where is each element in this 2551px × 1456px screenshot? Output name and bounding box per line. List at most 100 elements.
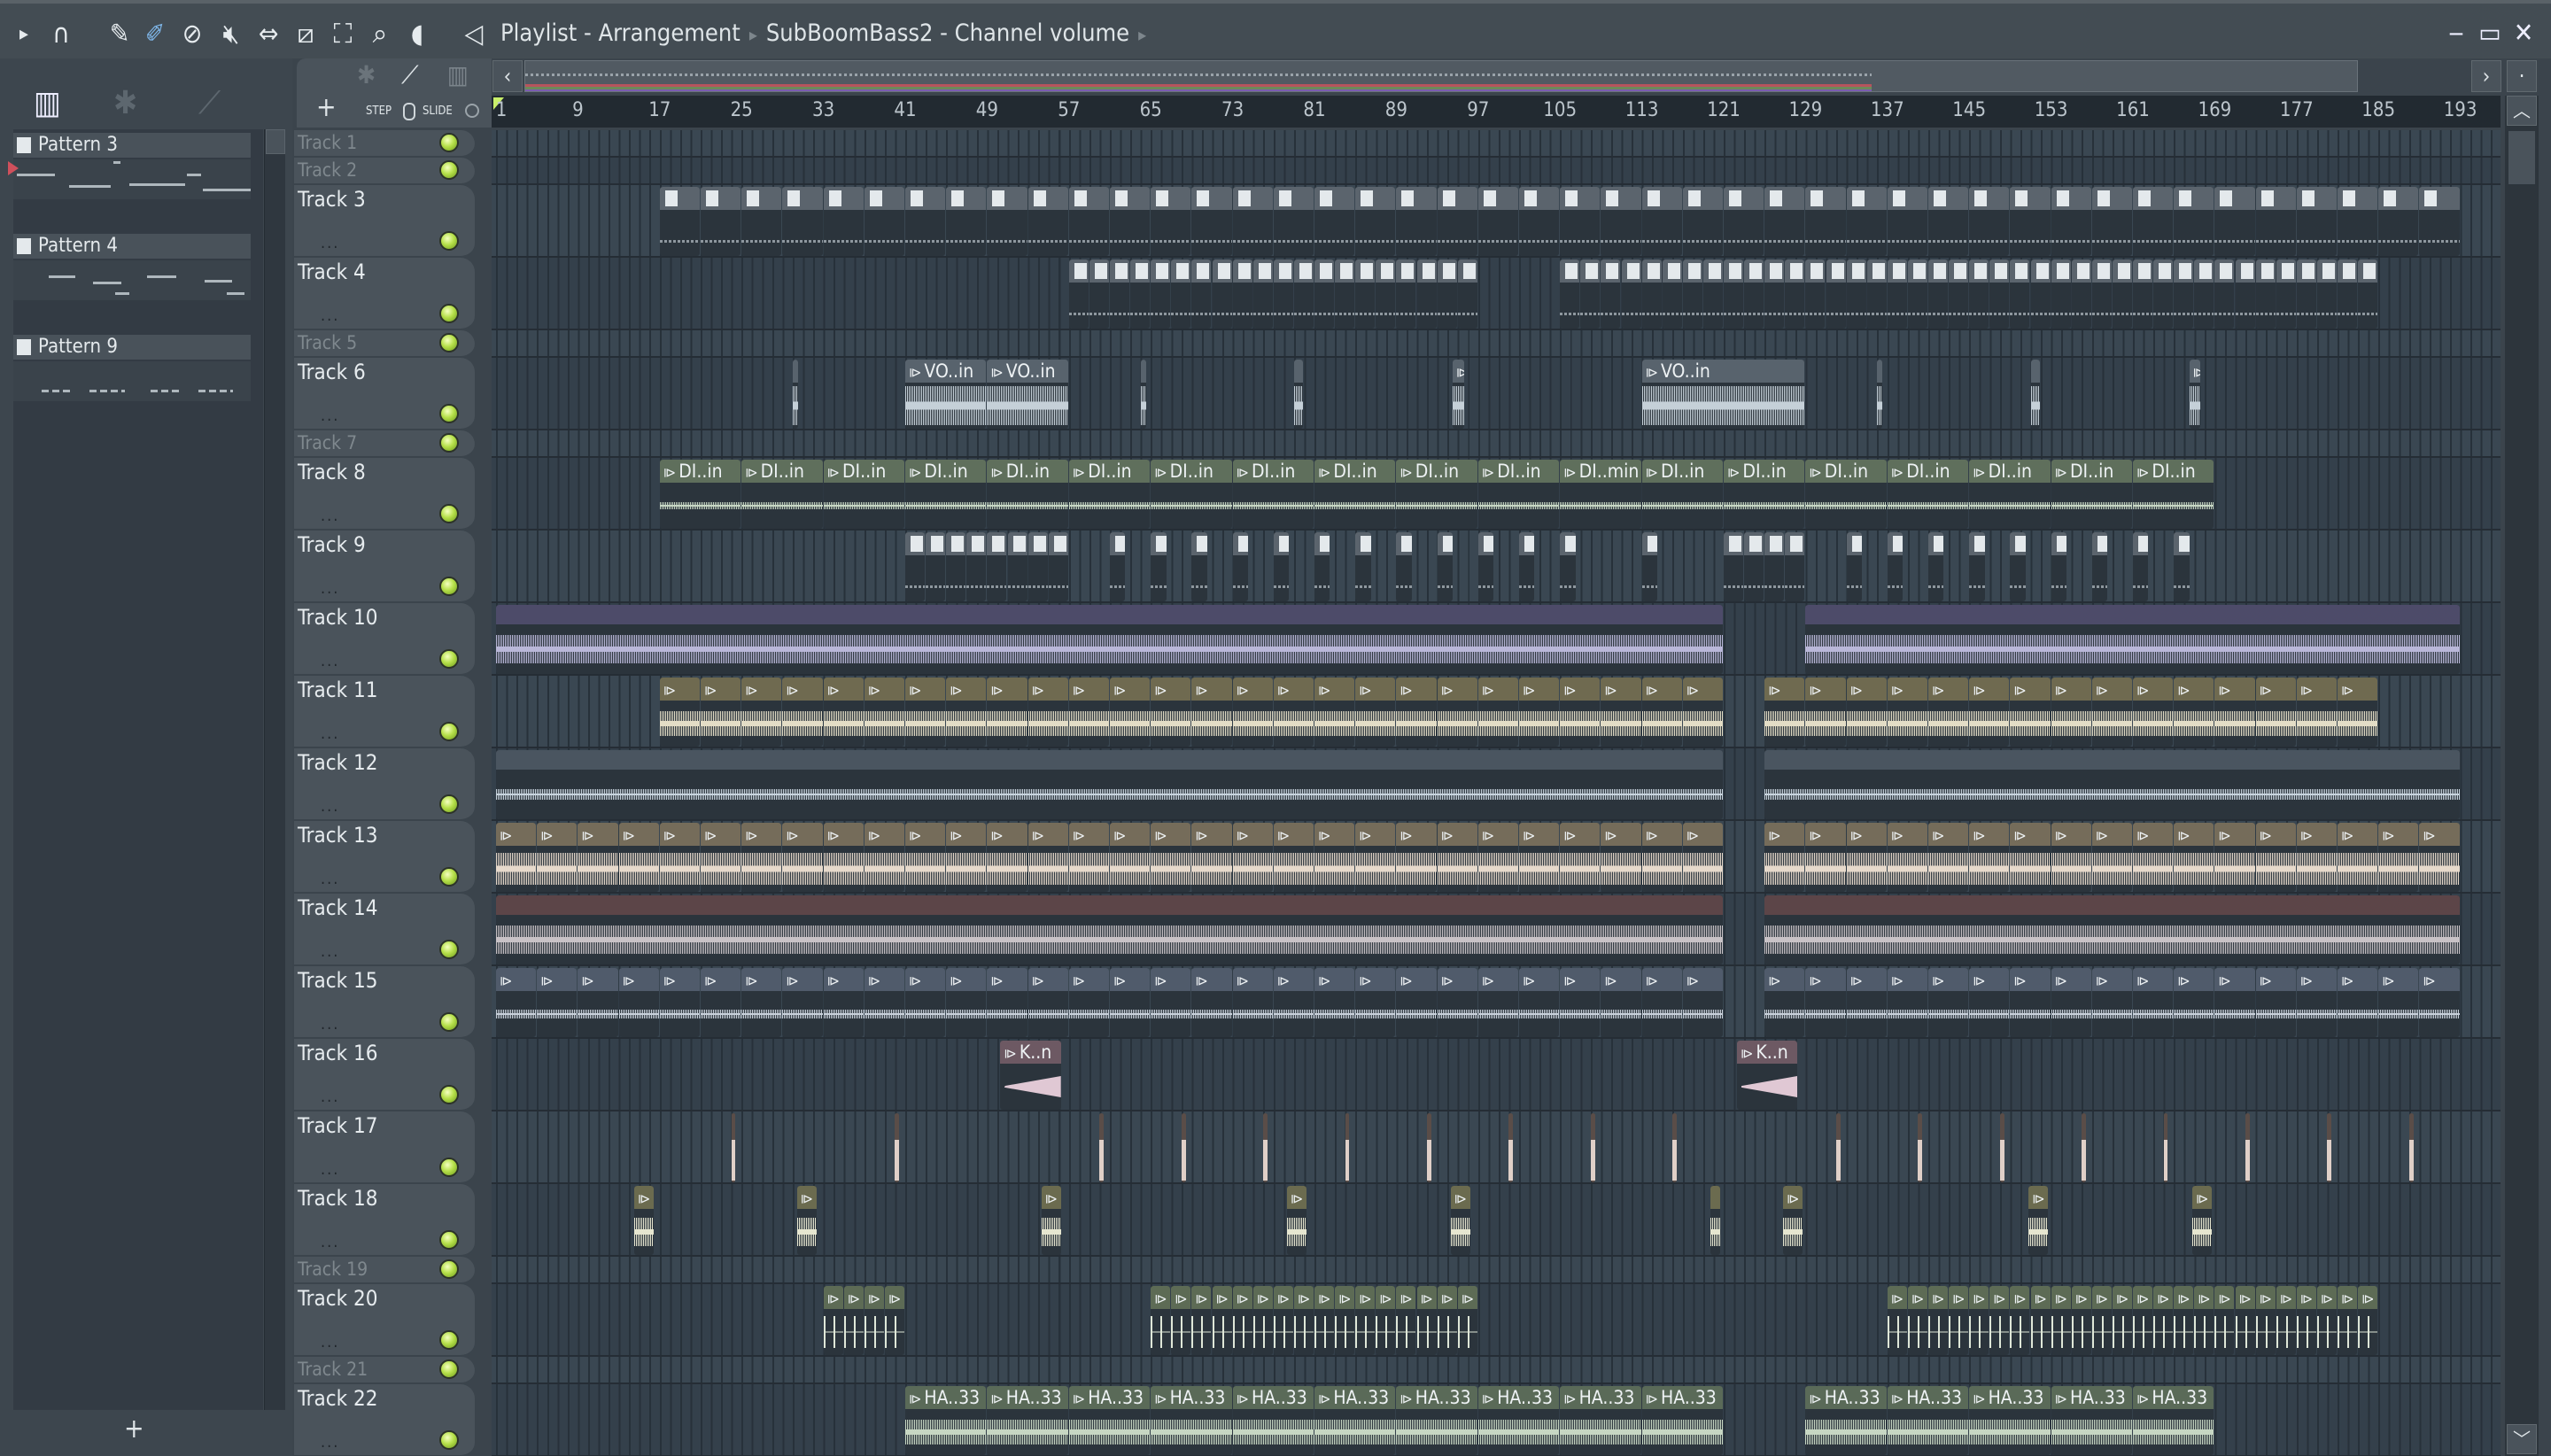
clip[interactable]: ⧐ DI..in (1314, 460, 1396, 529)
clip[interactable]: ⧐ (1437, 1286, 1457, 1355)
clip-header[interactable]: ⧐ (1376, 1286, 1396, 1309)
clip[interactable] (1457, 259, 1477, 329)
automation-icon[interactable]: ⟋ (198, 85, 221, 122)
clip[interactable]: ⧐ (864, 968, 904, 1037)
clip[interactable]: ⧐ (1191, 823, 1232, 892)
clip-header[interactable]: ⧐ HA..33 (1477, 1386, 1560, 1409)
pattern-preview[interactable] (13, 159, 252, 199)
clip-header[interactable] (1335, 259, 1355, 283)
clip-header[interactable] (1724, 532, 1744, 555)
clip[interactable]: ⧐ (2296, 968, 2337, 1037)
clip[interactable] (1764, 187, 1805, 256)
track-more-icon[interactable]: ... (321, 724, 339, 743)
clip-header[interactable] (2419, 187, 2460, 210)
track-name[interactable]: Track 1 (298, 132, 357, 153)
clip[interactable] (946, 187, 987, 256)
clip-header[interactable] (2296, 259, 2316, 283)
clip-header[interactable] (2010, 187, 2051, 210)
track-lane[interactable] (492, 603, 2501, 676)
clip-header[interactable] (2214, 187, 2255, 210)
clip-header[interactable]: ⧐ (2255, 1286, 2276, 1309)
clip-header[interactable]: ⧐ (2174, 678, 2214, 701)
track-more-icon[interactable]: ... (321, 942, 339, 961)
clip-header[interactable] (1027, 532, 1048, 555)
clip-header[interactable]: ⧐ (1232, 968, 1273, 991)
clip[interactable] (1928, 187, 1969, 256)
clip[interactable]: ⧐ (1887, 968, 1927, 1037)
clip[interactable]: ⧐ (2235, 1286, 2255, 1355)
bar-number[interactable]: 193 (2444, 99, 2477, 121)
clip-header[interactable]: ⧐ (1682, 823, 1723, 846)
track-enable-led[interactable] (439, 577, 459, 596)
track-header[interactable]: Track 13... (294, 821, 475, 894)
clip[interactable] (1662, 259, 1682, 329)
clip[interactable] (2082, 1113, 2087, 1182)
clip[interactable]: ⧐ (1041, 1186, 1061, 1255)
clip[interactable]: ⧐ (1519, 678, 1560, 747)
track-header[interactable]: Track 8... (294, 458, 475, 531)
clip[interactable]: ⧐ (1355, 823, 1396, 892)
clip[interactable]: ⧐ (1457, 1286, 1477, 1355)
clip-header[interactable]: ⧐ (1846, 678, 1887, 701)
clip[interactable] (1764, 259, 1785, 329)
clip-header[interactable]: ⧐ (1989, 1286, 2010, 1309)
clip-header[interactable]: ⧐ (2296, 968, 2337, 991)
track-header[interactable]: Track 4... (294, 258, 475, 330)
clip-header[interactable] (2091, 532, 2108, 555)
clip-header[interactable]: ⧐ (1396, 968, 1437, 991)
clip[interactable]: ⧐ (1396, 678, 1437, 747)
bar-number[interactable]: 57 (1058, 99, 1080, 121)
clip[interactable]: ⧐ (1601, 678, 1641, 747)
clip[interactable] (1508, 1113, 1514, 1182)
clip[interactable]: ⧐ (659, 823, 700, 892)
clip-header[interactable]: ⧐ (578, 968, 618, 991)
scroll-down-button[interactable]: ﹀ (2507, 1424, 2537, 1454)
clip-header[interactable] (1437, 187, 1477, 210)
clip-header[interactable]: ⧐ (2276, 1286, 2296, 1309)
select-icon[interactable]: ⛶ (328, 19, 358, 50)
piano-icon[interactable]: ▥ (34, 85, 61, 121)
clip-header[interactable]: ⧐ (1232, 1286, 1252, 1309)
clip-header[interactable] (2010, 259, 2030, 283)
clip-header[interactable]: ⧐ (2133, 823, 2174, 846)
clip-header[interactable]: ⧐ (2214, 823, 2255, 846)
clip-header[interactable]: ⧐ (884, 1286, 904, 1309)
clip-header[interactable]: ⧐ (659, 968, 700, 991)
clip[interactable]: ⧐ (1519, 823, 1560, 892)
clip[interactable] (1427, 1113, 1431, 1182)
clip-header[interactable] (782, 187, 823, 210)
clip[interactable]: ⧐ K..n (1737, 1041, 1798, 1110)
clip-header[interactable]: ⧐ DI..in (659, 460, 741, 483)
clip[interactable] (1560, 259, 1580, 329)
clip-header[interactable] (1232, 259, 1252, 283)
clip[interactable]: ⧐ (701, 823, 741, 892)
clip-header[interactable]: ⧐ (2194, 1286, 2214, 1309)
clip[interactable] (2194, 259, 2214, 329)
clip[interactable]: ⧐ (2214, 823, 2255, 892)
clip[interactable] (2214, 187, 2255, 256)
clip[interactable] (2316, 259, 2337, 329)
clip-header[interactable]: ⧐ (1437, 823, 1477, 846)
clip-header[interactable] (1764, 750, 2460, 770)
clip-header[interactable]: ⧐ (1068, 968, 1109, 991)
clip[interactable]: ⧐ (987, 823, 1027, 892)
track-more-icon[interactable]: ... (321, 1233, 339, 1251)
clip[interactable]: ⧐ (1314, 968, 1355, 1037)
bar-number[interactable]: 177 (2280, 99, 2314, 121)
pattern-item[interactable]: Pattern 9 (13, 335, 251, 360)
clip[interactable]: ⧐ (2419, 823, 2460, 892)
track-header[interactable]: Track 16... (294, 1039, 475, 1111)
clip[interactable]: ⧐ (1273, 968, 1314, 1037)
track-header[interactable]: Track 3... (294, 185, 475, 258)
bar-number[interactable]: 65 (1140, 99, 1162, 121)
track-lane[interactable]: ⧐ ⧐ ⧐ ⧐ ⧐ ⧐ ⧐ ⧐ ⧐ ⧐ ⧐ ⧐ ⧐ ⧐ ⧐ ⧐ ⧐ ⧐ ⧐ ⧐ ⧐ ⧐ ⧐ ⧐ ⧐ ⧐ ⧐ ⧐ ⧐ ⧐ ⧐ ⧐ ⧐ ⧐ ⧐ ⧐ ⧐ ⧐ ⧐ ⧐… (492, 1284, 2501, 1357)
track-enable-led[interactable] (439, 1430, 459, 1450)
clip-header[interactable]: ⧐ (2133, 1286, 2153, 1309)
clip-header[interactable]: ⧐ (1641, 823, 1682, 846)
track-enable-led[interactable] (439, 649, 459, 669)
clip-header[interactable] (2030, 360, 2041, 383)
clip-header[interactable]: ⧐ (1027, 678, 1068, 701)
clip-header[interactable]: ⧐ (2378, 823, 2419, 846)
track-more-icon[interactable]: ... (321, 234, 339, 252)
clip-header[interactable] (496, 895, 1723, 915)
